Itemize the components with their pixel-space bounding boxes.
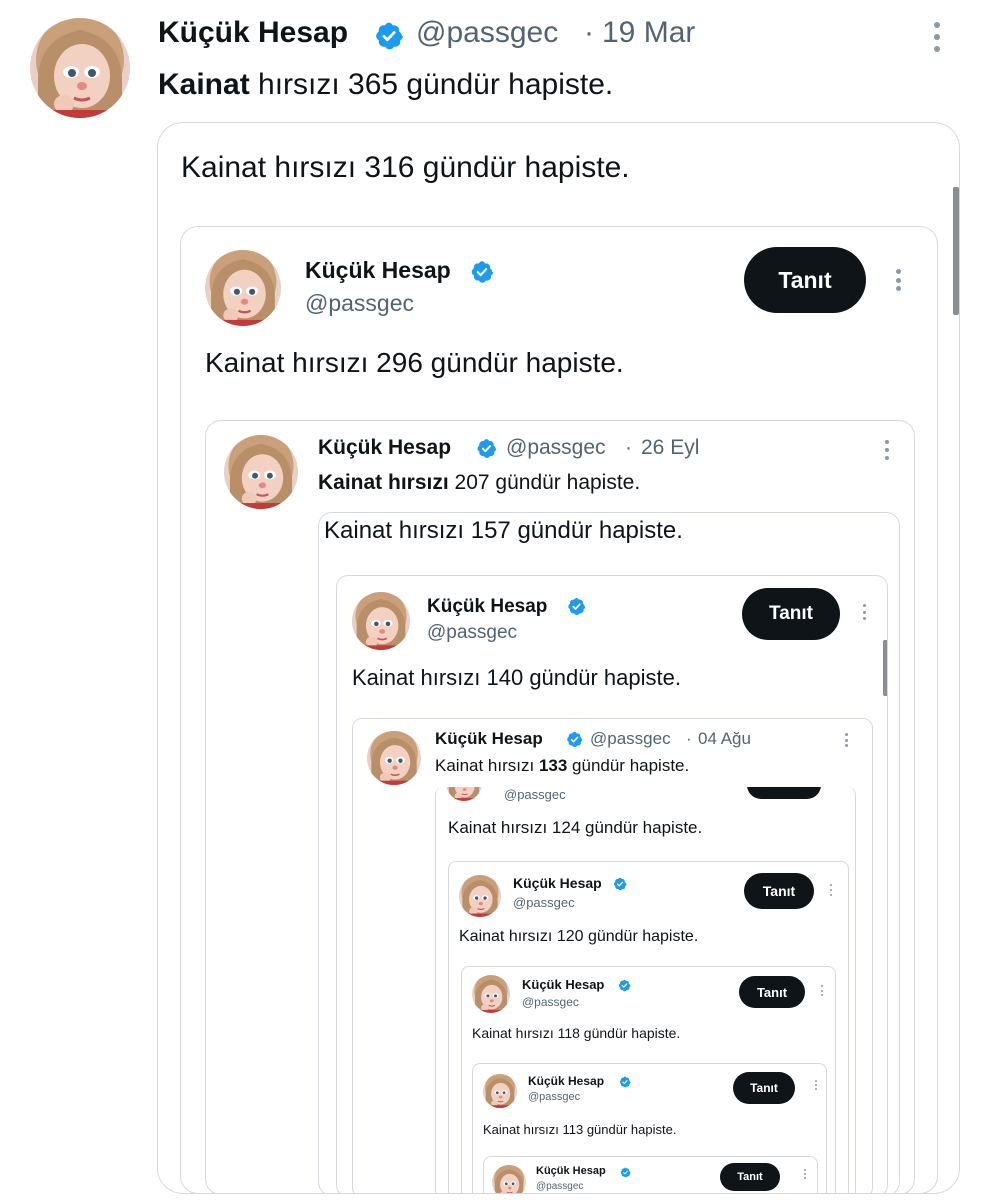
separator-dot: · [686, 729, 692, 748]
author-name[interactable]: Küçük Hesap [427, 596, 547, 618]
quoted-text: Kainat hırsızı 207 gündür hapiste. [318, 471, 640, 495]
tweet-text: Kainat hırsızı 365 gündür hapiste. [158, 68, 613, 102]
more-vertical-icon[interactable] [861, 604, 867, 620]
tanit-button[interactable]: Tanıt [742, 588, 840, 640]
author-handle[interactable]: @passgec [513, 895, 575, 910]
quoted-text-rest: gündür hapiste. [567, 756, 690, 775]
quoted-text: Kainat hırsızı 157 gündür hapiste. [324, 517, 683, 544]
scrollbar[interactable] [953, 187, 959, 315]
author-name[interactable]: Küçük Hesap [522, 977, 604, 992]
quoted-text-pre: Kainat hırsızı [435, 756, 539, 775]
author-handle[interactable]: @passgec [528, 1091, 580, 1103]
author-name[interactable]: Küçük Hesap [435, 729, 543, 749]
tanit-button[interactable]: Tanıt [733, 1072, 795, 1104]
embedded-text: Kainat hırsızı 113 gündür hapiste. [483, 1122, 677, 1137]
quoted-tweet-card[interactable]: @passgec Kainat hırsızı 124 gündür hapis… [435, 787, 856, 1194]
author-name[interactable]: Küçük Hesap [305, 257, 451, 284]
avatar[interactable] [472, 975, 510, 1013]
embedded-text: Kainat hırsızı 120 gündür hapiste. [459, 928, 699, 945]
avatar[interactable] [492, 1165, 526, 1194]
author-handle[interactable]: @passgec [506, 436, 606, 460]
quoted-text: Kainat hırsızı 124 gündür hapiste. [448, 818, 703, 837]
embedded-text: Kainat hırsızı 118 gündür hapiste. [472, 1025, 681, 1041]
tanit-button[interactable]: Tanıt [739, 976, 805, 1008]
author-name[interactable]: Küçük Hesap [528, 1074, 604, 1088]
more-vertical-icon[interactable] [819, 985, 824, 996]
quoted-text: Kainat hırsızı 133 gündür hapiste. [435, 756, 689, 776]
author-handle[interactable]: @passgec [522, 995, 579, 1009]
embedded-text: Kainat hırsızı 140 gündür hapiste. [352, 665, 681, 690]
embedded-text: Kainat hırsızı 296 gündür hapiste. [205, 347, 624, 378]
author-handle[interactable]: @passgec [536, 1181, 583, 1192]
author-handle[interactable]: @passgec [416, 16, 558, 50]
author-handle[interactable]: @passgec [427, 622, 517, 644]
author-name[interactable]: Küçük Hesap [513, 875, 602, 891]
author-handle[interactable]: @passgec [305, 290, 414, 317]
more-vertical-icon[interactable] [828, 884, 833, 896]
tweet-text-bold: Kainat [158, 68, 250, 101]
embedded-tweet-card[interactable]: Küçük Hesap @passgec Tanıt Kainat hırsız… [336, 575, 888, 1194]
avatar[interactable] [224, 435, 298, 509]
author-name[interactable]: Küçük Hesap [536, 1165, 606, 1177]
avatar[interactable] [30, 18, 130, 118]
author-name[interactable]: Küçük Hesap [318, 436, 451, 460]
verified-badge-icon [476, 438, 497, 459]
tweet-date[interactable]: 04 Ağu [698, 729, 751, 749]
tweet-date[interactable]: 26 Eyl [641, 436, 699, 460]
quoted-tweet-card[interactable]: Küçük Hesap @passgec · 04 Ağu Kainat hır… [352, 718, 873, 1194]
quoted-text-rest: 207 gündür hapiste. [448, 471, 641, 494]
more-vertical-icon[interactable] [894, 269, 902, 291]
quoted-tweet-card[interactable]: Küçük Hesap @passgec · 26 Eyl Kainat hır… [205, 420, 915, 1194]
tweet-text-rest: hırsızı 365 gündür hapiste. [249, 68, 614, 101]
quoted-text-bold: Kainat hırsızı [318, 471, 449, 494]
quoted-text: Kainat hırsızı 316 gündür hapiste. [181, 151, 630, 184]
avatar[interactable] [205, 250, 281, 326]
quoted-text-bold: 133 [538, 756, 568, 775]
more-vertical-icon[interactable] [932, 22, 942, 52]
avatar[interactable] [367, 731, 421, 785]
avatar[interactable] [483, 1074, 517, 1108]
more-vertical-icon[interactable] [813, 1080, 818, 1090]
embedded-tweet-card[interactable]: Küçük Hesap @passgec Tanıt Kainat hırsız… [180, 226, 938, 1194]
tanit-button[interactable] [747, 787, 821, 799]
tanit-button[interactable]: Tanıt [744, 247, 866, 313]
embedded-tweet-card[interactable]: Küçük Hesap @passgec Tanıt Kainat hırsız… [448, 861, 849, 1194]
tanit-button[interactable]: Tanıt [744, 873, 814, 909]
scrollbar[interactable] [883, 640, 887, 696]
quoted-tweet-card[interactable]: Kainat hırsızı 316 gündür hapiste. Küçük… [157, 122, 960, 1194]
more-vertical-icon[interactable] [843, 733, 849, 747]
verified-badge-icon [566, 731, 583, 748]
verified-badge-icon [374, 21, 404, 51]
more-vertical-icon[interactable] [802, 1169, 807, 1179]
verified-badge-icon [613, 877, 627, 891]
author-handle[interactable]: @passgec [590, 729, 671, 749]
embedded-tweet-card[interactable]: Küçük Hesap @passgec Tanıt Kainat hırsız… [461, 966, 836, 1194]
embedded-tweet-card[interactable]: Küçük Hesap @passgec Tanıt [483, 1156, 818, 1194]
tanit-button[interactable]: Tanıt [720, 1163, 780, 1191]
avatar[interactable] [446, 787, 482, 801]
verified-badge-icon [620, 1167, 631, 1178]
tweet-date[interactable]: 19 Mar [602, 16, 695, 50]
embedded-tweet-card[interactable]: Küçük Hesap @passgec Tanıt Kainat hırsız… [472, 1063, 827, 1194]
avatar[interactable] [459, 875, 501, 917]
author-handle[interactable]: @passgec [504, 787, 566, 802]
verified-badge-icon [470, 260, 494, 284]
verified-badge-icon [567, 597, 586, 616]
more-vertical-icon[interactable] [883, 440, 891, 460]
avatar[interactable] [352, 592, 410, 650]
separator-dot: · [625, 436, 632, 459]
author-name[interactable]: Küçük Hesap [158, 16, 348, 50]
verified-badge-icon [618, 979, 631, 992]
quoted-tweet-card[interactable]: Kainat hırsızı 157 gündür hapiste. Küçük… [318, 512, 900, 1194]
separator-dot: · [584, 16, 594, 49]
verified-badge-icon [619, 1076, 631, 1088]
